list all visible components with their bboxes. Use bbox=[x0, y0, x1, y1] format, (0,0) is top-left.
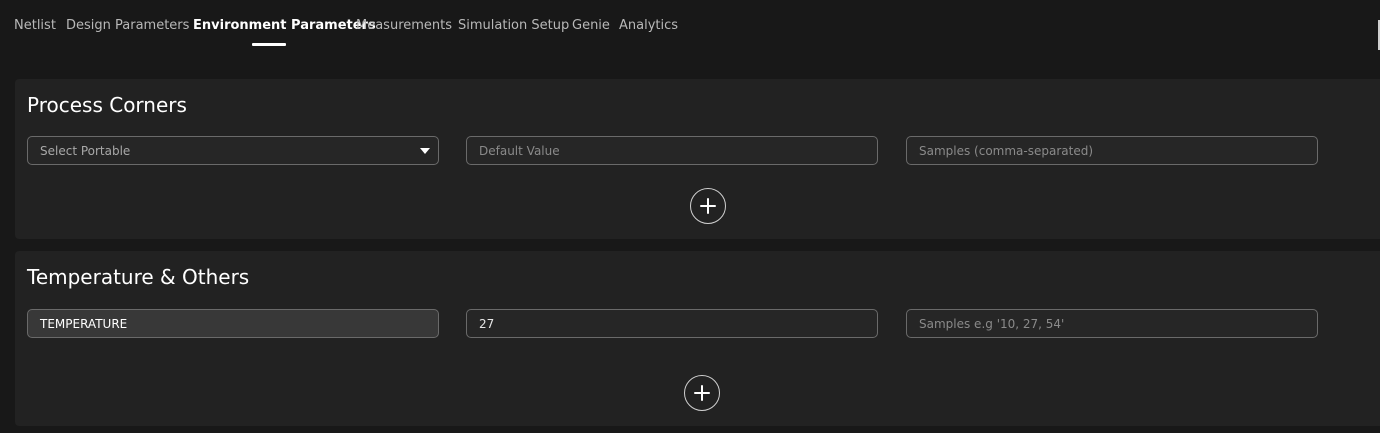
active-tab-indicator bbox=[252, 43, 286, 46]
plus-icon bbox=[700, 198, 716, 214]
add-process-corner-button[interactable] bbox=[690, 188, 726, 224]
plus-icon bbox=[694, 385, 710, 401]
temperature-name-value: TEMPERATURE bbox=[40, 316, 128, 331]
tab-analytics[interactable]: Analytics bbox=[619, 18, 678, 34]
chevron-down-icon bbox=[420, 148, 430, 154]
tab-environment-parameters[interactable]: Environment Parameters bbox=[193, 18, 376, 34]
tab-simulation-setup[interactable]: Simulation Setup bbox=[458, 18, 569, 34]
temperature-name-field: TEMPERATURE bbox=[27, 309, 439, 338]
add-temperature-button[interactable] bbox=[684, 375, 720, 411]
temperature-samples-input[interactable] bbox=[906, 309, 1318, 338]
default-value-input[interactable] bbox=[466, 136, 878, 165]
tab-measurements[interactable]: Measurements bbox=[356, 18, 452, 34]
temperature-default-input[interactable] bbox=[466, 309, 878, 338]
tab-design-parameters[interactable]: Design Parameters bbox=[66, 18, 189, 34]
tab-genie[interactable]: Genie bbox=[572, 18, 610, 34]
process-corners-panel: Process Corners Select Portable bbox=[15, 79, 1380, 239]
portable-select[interactable]: Select Portable bbox=[27, 136, 439, 165]
temperature-title: Temperature & Others bbox=[27, 265, 250, 289]
top-nav: Netlist Design Parameters Environment Pa… bbox=[0, 0, 1380, 50]
tab-netlist[interactable]: Netlist bbox=[14, 18, 56, 34]
temperature-panel: Temperature & Others TEMPERATURE bbox=[15, 251, 1380, 426]
process-corners-title: Process Corners bbox=[27, 93, 187, 117]
portable-select-placeholder: Select Portable bbox=[40, 143, 131, 158]
samples-input[interactable] bbox=[906, 136, 1318, 165]
